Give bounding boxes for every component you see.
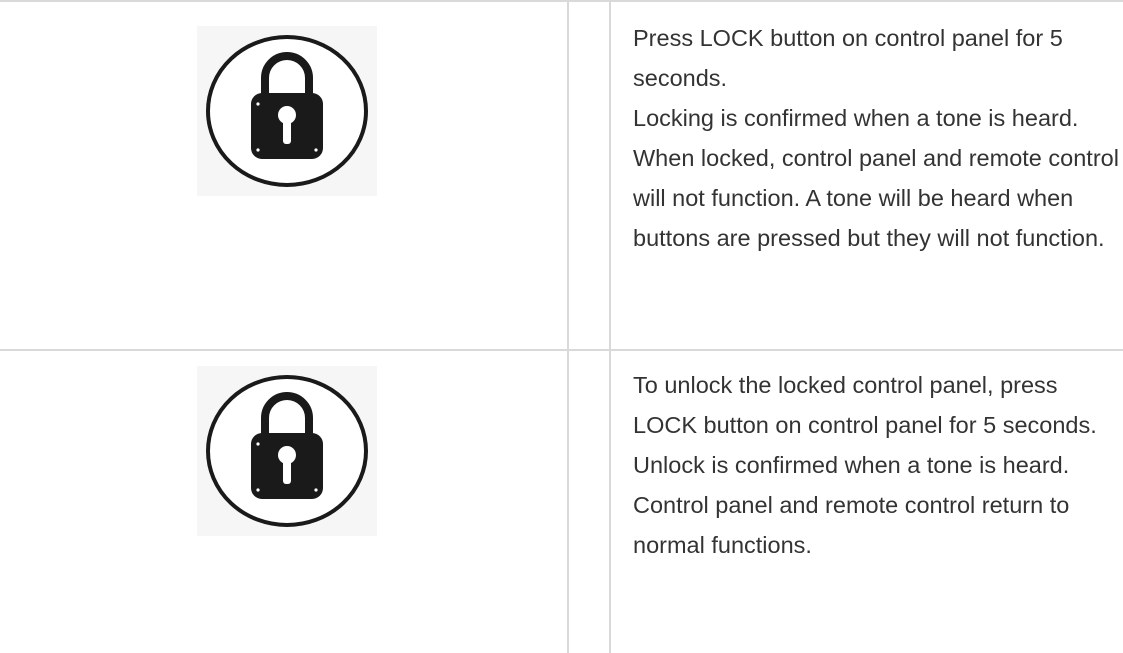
- lock-icon: [206, 35, 368, 187]
- lock-description: Press LOCK button on control panel for 5…: [611, 2, 1123, 258]
- icon-cell: [0, 349, 569, 653]
- unlock-step-text: To unlock the locked control panel, pres…: [633, 372, 1097, 558]
- spacer-cell: [567, 0, 611, 351]
- lock-confirmation-text: Locking is confirmed when a tone is hear…: [633, 105, 1119, 251]
- lock-icon-frame: [197, 26, 377, 196]
- spacer-cell: [567, 349, 611, 653]
- description-cell: Press LOCK button on control panel for 5…: [609, 0, 1123, 351]
- lock-step-text: Press LOCK button on control panel for 5…: [633, 25, 1063, 91]
- table-row: To unlock the locked control panel, pres…: [0, 349, 1123, 653]
- unlock-description: To unlock the locked control panel, pres…: [611, 351, 1123, 565]
- description-cell: To unlock the locked control panel, pres…: [609, 349, 1123, 653]
- lock-icon-frame: [197, 366, 377, 536]
- icon-cell: [0, 0, 569, 351]
- table-row: Press LOCK button on control panel for 5…: [0, 0, 1123, 351]
- lock-icon: [206, 375, 368, 527]
- lock-instructions-table: Press LOCK button on control panel for 5…: [0, 0, 1123, 653]
